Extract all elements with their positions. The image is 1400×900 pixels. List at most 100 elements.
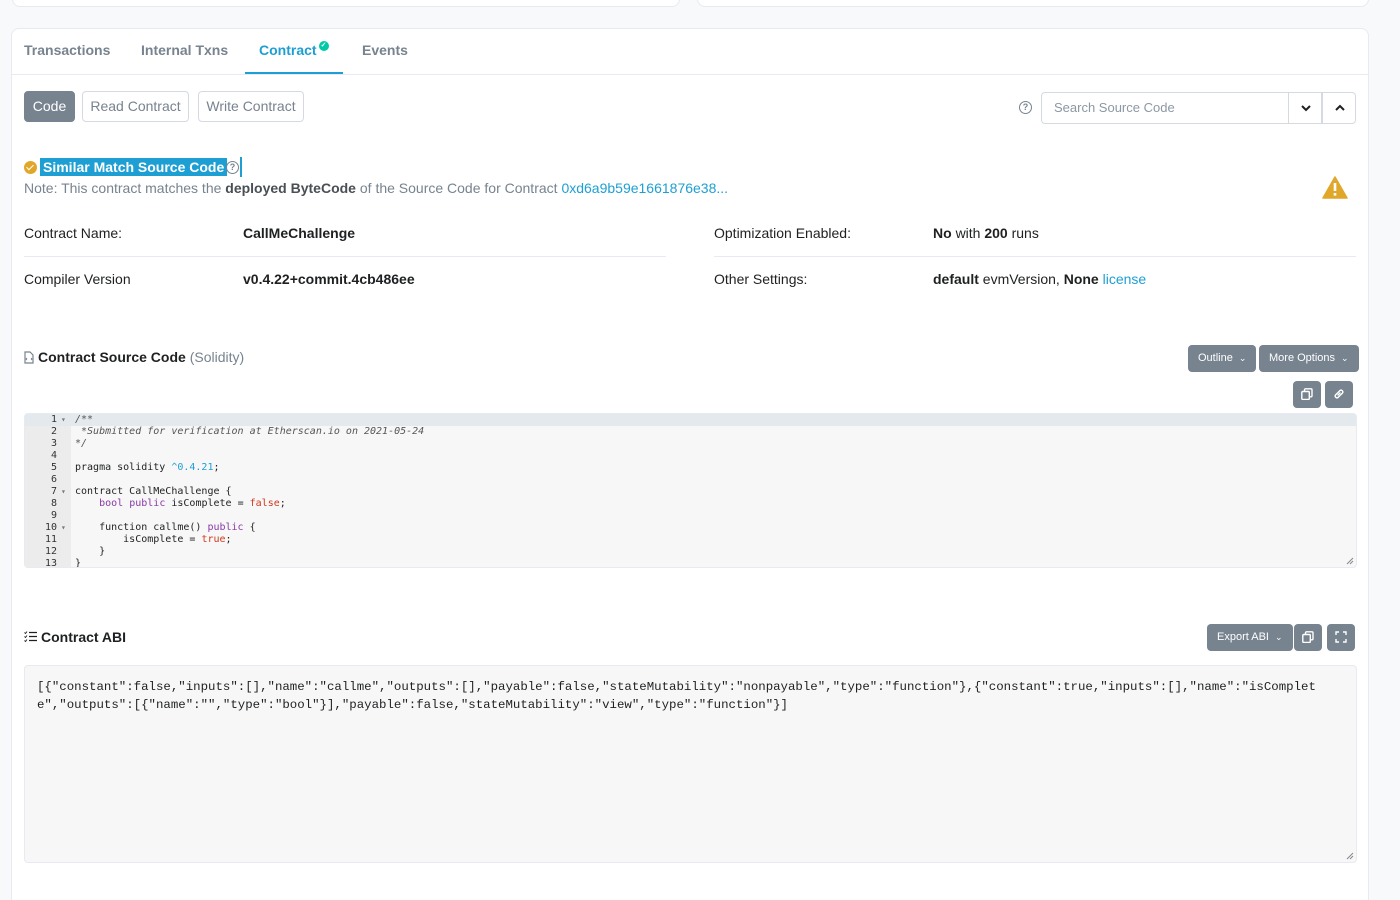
source-code-title: Contract Source Code (Solidity): [38, 349, 244, 365]
code-line: 13}: [25, 558, 1356, 568]
active-tab-indicator: [245, 72, 343, 74]
divider: [714, 256, 1356, 257]
tab-events[interactable]: Events: [362, 42, 408, 58]
fold-toggle-icon[interactable]: ▾: [61, 486, 66, 498]
source-code-editor[interactable]: 1 ▾/** 2 *Submitted for verification at Et…: [24, 413, 1357, 568]
caret-down-icon: ⌄: [1238, 353, 1247, 363]
copy-icon: [1301, 388, 1313, 400]
code-text: */: [75, 438, 88, 449]
chevron-up-icon: [1335, 104, 1345, 111]
line-number: 5: [50, 462, 57, 473]
contract-card: Transactions Internal Txns Contract ✓ Eve…: [11, 28, 1369, 900]
outline-dropdown[interactable]: Outline ⌄: [1188, 345, 1257, 372]
source-code-language: (Solidity): [189, 349, 245, 365]
code-text: bool public isComplete = false;: [99, 498, 286, 509]
copy-source-button[interactable]: [1293, 381, 1321, 408]
export-abi-dropdown[interactable]: Export ABI ⌄: [1207, 624, 1293, 651]
abi-text: [{"constant":false,"inputs":[],"name":"c…: [37, 680, 1316, 712]
optimization-with: with: [955, 225, 981, 241]
code-line: 11 isComplete = true;: [25, 534, 1356, 546]
abi-textarea[interactable]: [{"constant":false,"inputs":[],"name":"c…: [24, 665, 1357, 863]
more-options-label: More Options: [1269, 352, 1336, 364]
resize-handle-icon[interactable]: [1346, 852, 1354, 860]
fullscreen-abi-button[interactable]: [1327, 624, 1355, 651]
other-settings-value: default evmVersion, None license: [933, 271, 1146, 287]
similar-match-label: Similar Match Source Code: [43, 159, 225, 175]
caret-down-icon: ⌄: [1341, 353, 1349, 363]
match-note: Note: This contract matches the deployed…: [24, 180, 728, 196]
contract-abi-title: Contract ABI: [41, 629, 127, 645]
line-number: 1: [50, 414, 57, 425]
list-check-icon: [24, 631, 37, 642]
code-text: pragma solidity ^0.4.21;: [75, 462, 220, 473]
code-text: }: [75, 546, 106, 557]
optimization-value: No with 200 runs: [933, 225, 1039, 241]
code-text: *Submitted for verification at Etherscan…: [75, 426, 425, 437]
line-number: 2: [50, 426, 57, 437]
line-number: 9: [50, 510, 57, 521]
write-contract-button[interactable]: Write Contract: [198, 91, 304, 122]
top-card-right: [697, 0, 1369, 7]
line-number: 11: [44, 534, 57, 545]
code-line: 12 }: [25, 546, 1356, 558]
line-number: 8: [50, 498, 57, 509]
code-line: 10 ▾ function callme() public {: [25, 522, 1356, 534]
contract-name-label: Contract Name:: [24, 225, 123, 241]
read-contract-button[interactable]: Read Contract: [82, 91, 189, 122]
line-number: 10: [44, 522, 57, 533]
source-code-title-text: Contract Source Code: [38, 349, 186, 365]
file-code-icon: [24, 351, 34, 364]
code-text: }: [75, 558, 82, 568]
code-line: 9: [25, 510, 1356, 522]
code-button[interactable]: Code: [24, 91, 75, 122]
compiler-version-label: Compiler Version: [24, 271, 131, 287]
warning-icon: [1322, 176, 1348, 199]
search-help-icon[interactable]: ?: [1019, 101, 1032, 114]
resize-handle-icon[interactable]: [1346, 557, 1354, 565]
fold-toggle-icon[interactable]: ▾: [61, 414, 66, 426]
code-line: 7 ▾ contract CallMeChallenge {: [25, 486, 1356, 498]
license-link[interactable]: license: [1103, 271, 1147, 287]
match-check-icon: [24, 161, 37, 174]
fold-toggle-icon[interactable]: ▾: [61, 522, 66, 534]
code-line: 2 *Submitted for verification at Ethersc…: [25, 426, 1356, 438]
line-number: 4: [50, 450, 57, 461]
note-mid: of the Source Code for Contract: [359, 180, 558, 196]
note-prefix: Note: This contract matches the: [24, 180, 222, 196]
verified-check-icon: ✓: [318, 41, 329, 51]
optimization-runs-label: runs: [1011, 225, 1039, 241]
code-line: 5 pragma solidity ^0.4.21;: [25, 462, 1356, 474]
search-source-input[interactable]: Search Source Code: [1041, 92, 1289, 124]
code-text: contract CallMeChallenge {: [75, 486, 232, 497]
similar-match-title: Similar Match Source Code: [40, 158, 228, 176]
copy-icon: [1302, 631, 1314, 643]
source-link-button[interactable]: [1325, 381, 1353, 408]
top-card-left: [12, 0, 680, 7]
tab-transactions[interactable]: Transactions: [24, 42, 110, 58]
other-evm: evmVersion,: [982, 271, 1060, 287]
compiler-version-value: v0.4.22+commit.4cb486ee: [243, 271, 415, 287]
tab-contract-label: Contract: [259, 42, 317, 58]
link-icon: [1334, 389, 1344, 399]
contract-name-value: CallMeChallenge: [243, 225, 356, 241]
expand-icon: [1335, 631, 1347, 643]
code-text: isComplete = true;: [75, 534, 232, 545]
match-help-icon[interactable]: ?: [226, 161, 239, 174]
copy-abi-button[interactable]: [1294, 624, 1322, 651]
other-default: default: [933, 271, 979, 287]
tab-contract[interactable]: Contract ✓: [259, 41, 329, 58]
optimization-label: Optimization Enabled:: [714, 225, 851, 241]
optimization-runs: 200: [984, 225, 1008, 241]
tab-internal-txns[interactable]: Internal Txns: [141, 42, 228, 58]
divider: [24, 256, 666, 257]
more-options-dropdown[interactable]: More Options ⌄: [1259, 345, 1359, 372]
search-prev-button[interactable]: [1322, 92, 1356, 124]
other-none: None: [1063, 271, 1099, 287]
line-number: 6: [50, 474, 57, 485]
chevron-down-icon: [1301, 105, 1311, 112]
line-number: 12: [44, 546, 57, 557]
line-number: 3: [50, 438, 57, 449]
contract-address-link[interactable]: 0xd6a9b59e1661876e38...: [561, 180, 728, 196]
code-text: /**: [75, 414, 94, 425]
search-next-button[interactable]: [1288, 92, 1322, 124]
